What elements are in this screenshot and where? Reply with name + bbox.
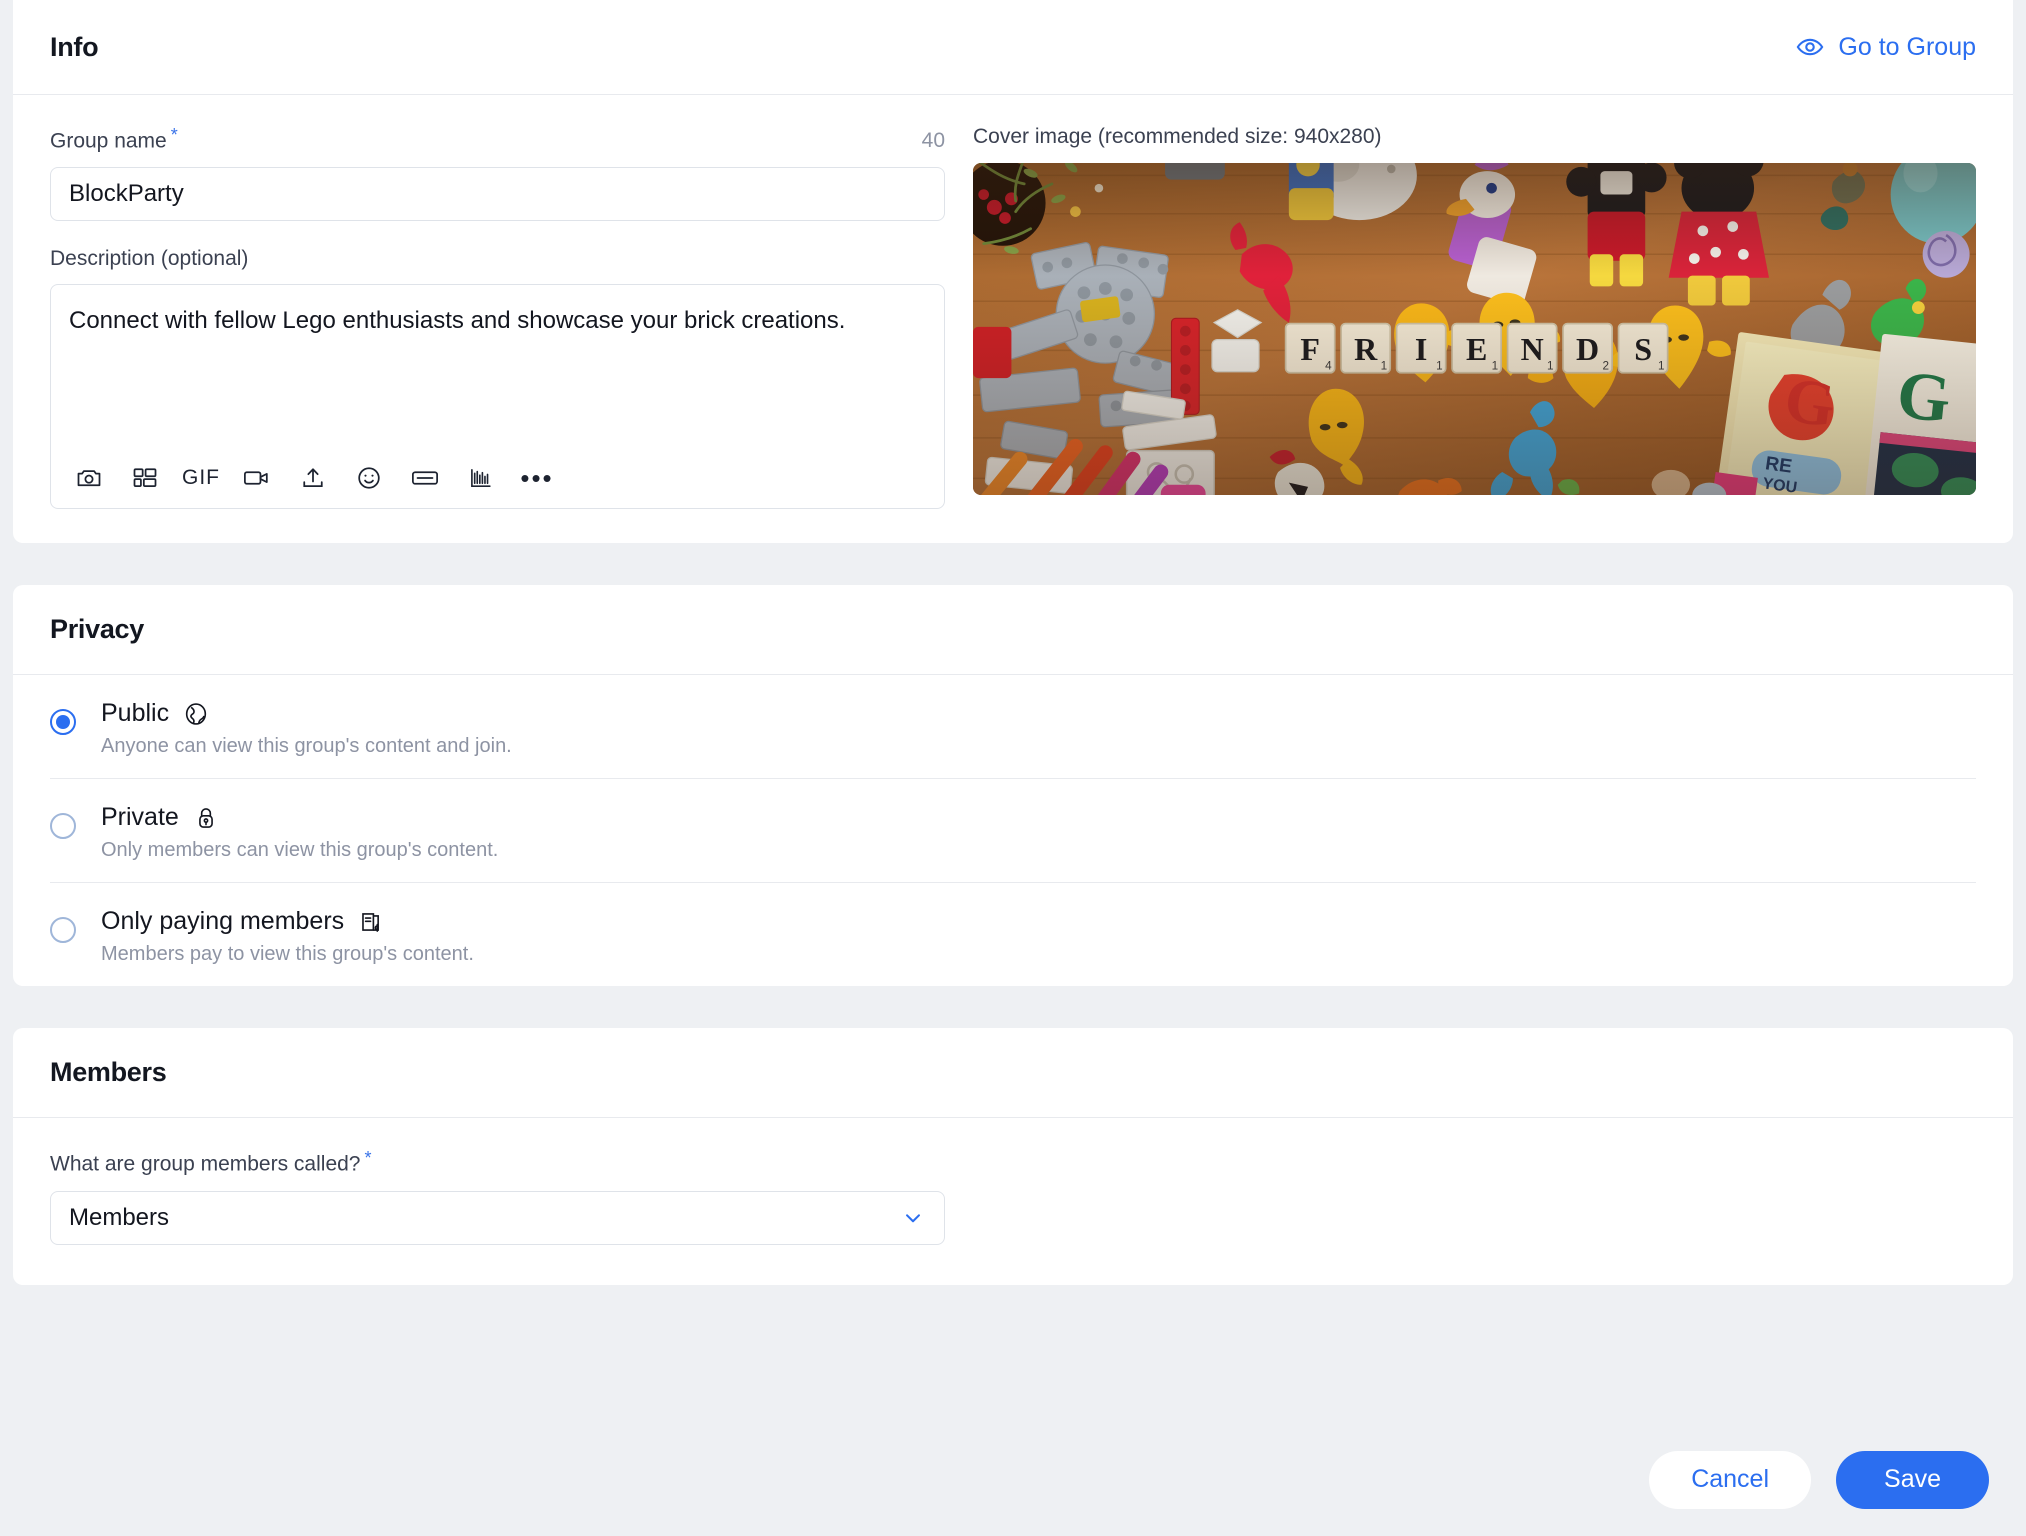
privacy-option-paying[interactable]: Only paying members Members pay to view … (50, 882, 1976, 986)
group-name-value: BlockParty (69, 180, 184, 208)
chevron-down-icon (900, 1205, 926, 1231)
group-settings-page: Info Go to Group Group name * 40 BlockPa… (0, 0, 2026, 1536)
members-name-selected-value: Members (69, 1203, 170, 1231)
info-card-header: Info Go to Group (13, 0, 2013, 95)
privacy-option-private-text: Private Only members can view this group… (101, 801, 1976, 862)
go-to-group-label: Go to Group (1838, 32, 1976, 61)
globe-icon (183, 701, 209, 727)
members-name-select[interactable]: Members (50, 1190, 945, 1245)
more-options-label: ••• (520, 463, 554, 494)
upload-icon[interactable] (297, 462, 329, 494)
privacy-option-public-description: Anyone can view this group's content and… (101, 735, 512, 758)
cover-image-label: Cover image (recommended size: 940x280) (973, 125, 1382, 148)
video-icon[interactable] (241, 462, 273, 494)
group-name-label: Group name * (50, 125, 178, 153)
required-asterisk: * (170, 125, 178, 145)
info-card-body: Group name * 40 BlockParty Description (o… (13, 95, 2013, 543)
gif-icon[interactable]: GIF (182, 462, 220, 494)
members-card-header: Members (13, 1028, 2013, 1119)
privacy-title: Privacy (50, 614, 144, 645)
poll-icon[interactable] (409, 462, 441, 494)
description-value: Connect with fellow Lego enthusiasts and… (69, 307, 846, 335)
info-card: Info Go to Group Group name * 40 BlockPa… (13, 0, 2013, 544)
privacy-option-private[interactable]: Private Only members can view this group… (50, 778, 1976, 882)
privacy-option-public-text: Public Anyone can view this group's cont… (101, 697, 1976, 758)
privacy-option-paying-description: Members pay to view this group's content… (101, 943, 474, 966)
members-title: Members (50, 1057, 167, 1088)
privacy-option-private-description: Only members can view this group's conte… (101, 839, 499, 862)
cancel-button[interactable]: Cancel (1649, 1450, 1812, 1509)
group-name-label-row: Group name * 40 (50, 125, 945, 153)
cover-image-art: G RE YOU G (973, 163, 1976, 495)
go-to-group-link[interactable]: Go to Group (1796, 33, 1976, 62)
group-name-input[interactable]: BlockParty (50, 167, 945, 222)
page-title: Info (50, 31, 99, 62)
more-options-icon[interactable]: ••• (520, 462, 554, 494)
privacy-card-header: Privacy (13, 585, 2013, 676)
members-card: Members What are group members called? * … (13, 1028, 2013, 1285)
privacy-option-public[interactable]: Public Anyone can view this group's cont… (50, 675, 1976, 778)
privacy-option-private-title-row: Private (101, 803, 1976, 832)
lock-icon (193, 805, 219, 831)
privacy-option-private-label: Private (101, 803, 179, 832)
emoji-icon[interactable] (353, 462, 385, 494)
radio-only-paying-members[interactable] (50, 917, 76, 944)
privacy-option-paying-title-row: Only paying members (101, 907, 1976, 936)
chart-icon[interactable] (465, 462, 497, 494)
camera-icon[interactable] (73, 462, 105, 494)
gif-label: GIF (182, 466, 220, 490)
radio-private[interactable] (50, 813, 76, 840)
description-editor-toolbar: GIF ••• (73, 462, 553, 494)
privacy-options-list: Public Anyone can view this group's cont… (13, 675, 2013, 986)
footer-actions: Cancel Save (0, 1423, 2026, 1536)
privacy-option-public-title-row: Public (101, 699, 1976, 728)
group-name-char-count: 40 (921, 129, 945, 153)
description-textarea[interactable]: Connect with fellow Lego enthusiasts and… (50, 284, 945, 510)
eye-icon (1796, 33, 1824, 61)
privacy-option-paying-text: Only paying members Members pay to view … (101, 905, 1976, 966)
privacy-card: Privacy Public Anyone can view this grou… (13, 585, 2013, 987)
gallery-icon[interactable] (129, 462, 161, 494)
info-right-column: Cover image (recommended size: 940x280) (973, 125, 1976, 509)
radio-public[interactable] (50, 709, 76, 736)
description-label: Description (optional) (50, 247, 249, 271)
info-left-column: Group name * 40 BlockParty Description (o… (50, 125, 945, 510)
cover-image[interactable]: G RE YOU G (973, 163, 1976, 495)
privacy-option-paying-label: Only paying members (101, 907, 345, 936)
save-button[interactable]: Save (1836, 1450, 1989, 1509)
members-question-label: What are group members called? * (50, 1148, 372, 1176)
members-card-body: What are group members called? * Members (13, 1118, 2013, 1284)
privacy-option-public-label: Public (101, 699, 170, 728)
paid-content-icon (358, 909, 384, 935)
required-asterisk-members: * (364, 1148, 372, 1169)
